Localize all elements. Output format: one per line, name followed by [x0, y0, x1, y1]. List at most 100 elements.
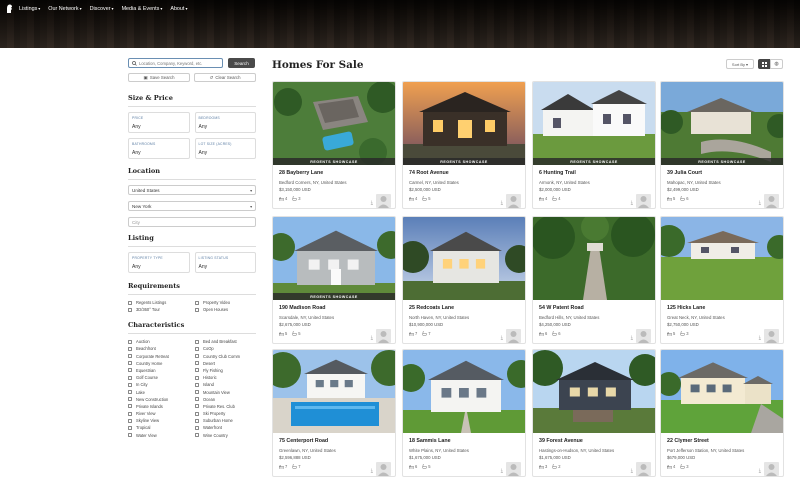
filter-price[interactable]: PRICE Any [128, 112, 190, 133]
checkbox-bed-and-breakfast[interactable]: Bed and Breakfast [195, 339, 256, 344]
agent-avatar[interactable] [764, 462, 779, 476]
checkbox-tropical[interactable]: Tropical [128, 425, 189, 430]
checkbox-country-home[interactable]: Country Home [128, 361, 189, 366]
agent-avatar[interactable] [764, 194, 779, 208]
checkbox-mountain-view[interactable]: Mountain View [195, 390, 256, 395]
listing-photo[interactable] [403, 217, 525, 300]
checkbox[interactable] [128, 390, 132, 394]
city-input[interactable]: City [128, 217, 256, 227]
filter-property-type[interactable]: PROPERTY TYPE Any [128, 252, 190, 273]
checkbox-private-islands[interactable]: Private Islands [128, 404, 189, 409]
checkbox-private-res-club[interactable]: Private Res. Club [195, 404, 256, 409]
checkbox[interactable] [128, 404, 132, 409]
listing-address[interactable]: 54 W Patent Road [539, 305, 649, 311]
checkbox[interactable] [195, 361, 199, 366]
checkbox[interactable] [195, 375, 199, 380]
checkbox-wine-country[interactable]: Wine Country [195, 433, 256, 438]
agent-avatar[interactable] [636, 194, 651, 208]
checkbox[interactable] [128, 307, 132, 312]
checkbox-in-city[interactable]: In City [128, 382, 189, 387]
checkbox[interactable] [128, 361, 132, 366]
checkbox[interactable] [128, 354, 132, 359]
checkbox[interactable] [195, 425, 199, 430]
listing-address[interactable]: 74 Root Avenue [409, 170, 519, 176]
listing-card[interactable]: REGENTS SHOWCASE 190 Madison Road Scarsdal… [272, 216, 396, 344]
listing-address[interactable]: 75 Centerport Road [279, 438, 389, 444]
checkbox[interactable] [195, 418, 199, 423]
checkbox-corporate-retreat[interactable]: Corporate Retreat [128, 354, 189, 359]
listing-card[interactable]: 75 Centerport Road Greenlawn, NY, United … [272, 349, 396, 477]
agent-avatar[interactable] [636, 462, 651, 476]
listing-address[interactable]: 39 Forest Avenue [539, 438, 649, 444]
listing-photo[interactable]: REGENTS SHOWCASE [533, 82, 655, 165]
checkbox[interactable] [195, 397, 199, 402]
agent-avatar[interactable] [506, 462, 521, 476]
search-box[interactable] [128, 58, 223, 68]
filter-listing-status[interactable]: LISTING STATUS Any [194, 252, 256, 273]
listing-card[interactable]: 54 W Patent Road Bedford Hills, NY, Unite… [532, 216, 656, 344]
listing-photo[interactable] [403, 350, 525, 433]
listing-card[interactable]: 18 Sammis Lane White Plains, NY, United S… [402, 349, 526, 477]
checkbox[interactable] [128, 433, 132, 438]
listing-card[interactable]: 22 Clymer Street Port Jefferson Station, … [660, 349, 784, 477]
checkbox-desert[interactable]: Desert [195, 361, 256, 366]
save-search-button[interactable]: ▣ Save Search [128, 73, 190, 82]
checkbox[interactable] [195, 390, 199, 394]
filter-bathrooms[interactable]: BATHROOMS Any [128, 138, 190, 159]
listing-photo[interactable] [533, 217, 655, 300]
checkbox[interactable] [128, 411, 132, 416]
checkbox-country-club-comm[interactable]: Country Club Comm [195, 354, 256, 359]
checkbox-ski-property[interactable]: Ski Property [195, 411, 256, 416]
download-icon[interactable]: ⤓ [371, 335, 373, 341]
checkbox-open-houses[interactable]: Open Houses [195, 307, 256, 312]
nav-item-about[interactable]: About ▾ [170, 6, 187, 12]
download-icon[interactable]: ⤓ [501, 335, 503, 341]
checkbox[interactable] [128, 425, 132, 430]
agent-avatar[interactable] [376, 462, 391, 476]
checkbox[interactable] [195, 300, 199, 305]
grid-view-button[interactable] [758, 59, 770, 69]
checkbox-fly-fishing[interactable]: Fly Fishing [195, 368, 256, 373]
listing-photo[interactable]: REGENTS SHOWCASE [273, 82, 395, 165]
logo-icon[interactable] [5, 3, 14, 14]
listing-card[interactable]: REGENTS SHOWCASE 28 Bayberry Lane Bedford … [272, 81, 396, 209]
listing-address[interactable]: 22 Clymer Street [667, 438, 777, 444]
nav-item-discover[interactable]: Discover ▾ [90, 6, 114, 12]
checkbox-property-video[interactable]: Property Video [195, 300, 256, 305]
checkbox-regents-listings[interactable]: Regents Listings [128, 300, 189, 305]
checkbox-water-view[interactable]: Water View [128, 433, 189, 438]
listing-card[interactable]: 125 Hicks Lane Great Neck, NY, United Sta… [660, 216, 784, 344]
checkbox-ocean[interactable]: Ocean [195, 397, 256, 402]
download-icon[interactable]: ⤓ [371, 468, 373, 474]
checkbox[interactable] [195, 346, 199, 351]
listing-card[interactable]: REGENTS SHOWCASE 74 Root Avenue Carmel, NY… [402, 81, 526, 209]
checkbox[interactable] [128, 382, 132, 387]
listing-photo[interactable] [273, 350, 395, 433]
checkbox-beachfront[interactable]: Beachfront [128, 346, 189, 351]
checkbox-island[interactable]: Island [195, 382, 256, 387]
checkbox[interactable] [128, 368, 132, 373]
checkbox[interactable] [195, 339, 199, 344]
nav-item-listings[interactable]: Listings ▾ [19, 6, 40, 12]
download-icon[interactable]: ⤓ [631, 468, 633, 474]
search-input[interactable] [139, 60, 219, 66]
download-icon[interactable]: ⤓ [759, 468, 761, 474]
checkbox-3d-360-tour[interactable]: 3D/360° Tour [128, 307, 189, 312]
listing-address[interactable]: 18 Sammis Lane [409, 438, 519, 444]
listing-address[interactable]: 190 Madison Road [279, 305, 389, 311]
agent-avatar[interactable] [506, 194, 521, 208]
checkbox[interactable] [128, 339, 132, 344]
listing-address[interactable]: 25 Redcoats Lane [409, 305, 519, 311]
listing-address[interactable]: 6 Hunting Trail [539, 170, 649, 176]
checkbox-auction[interactable]: Auction [128, 339, 189, 344]
checkbox[interactable] [128, 375, 132, 380]
checkbox-golf-course[interactable]: Golf Course [128, 375, 189, 380]
state-select[interactable]: New York ▾ [128, 201, 256, 211]
listing-photo[interactable] [533, 350, 655, 433]
checkbox[interactable] [195, 307, 199, 312]
checkbox-skyline-view[interactable]: Skyline View [128, 418, 189, 423]
checkbox[interactable] [195, 382, 199, 387]
checkbox[interactable] [195, 433, 199, 438]
agent-avatar[interactable] [764, 329, 779, 343]
download-icon[interactable]: ⤓ [759, 200, 761, 206]
